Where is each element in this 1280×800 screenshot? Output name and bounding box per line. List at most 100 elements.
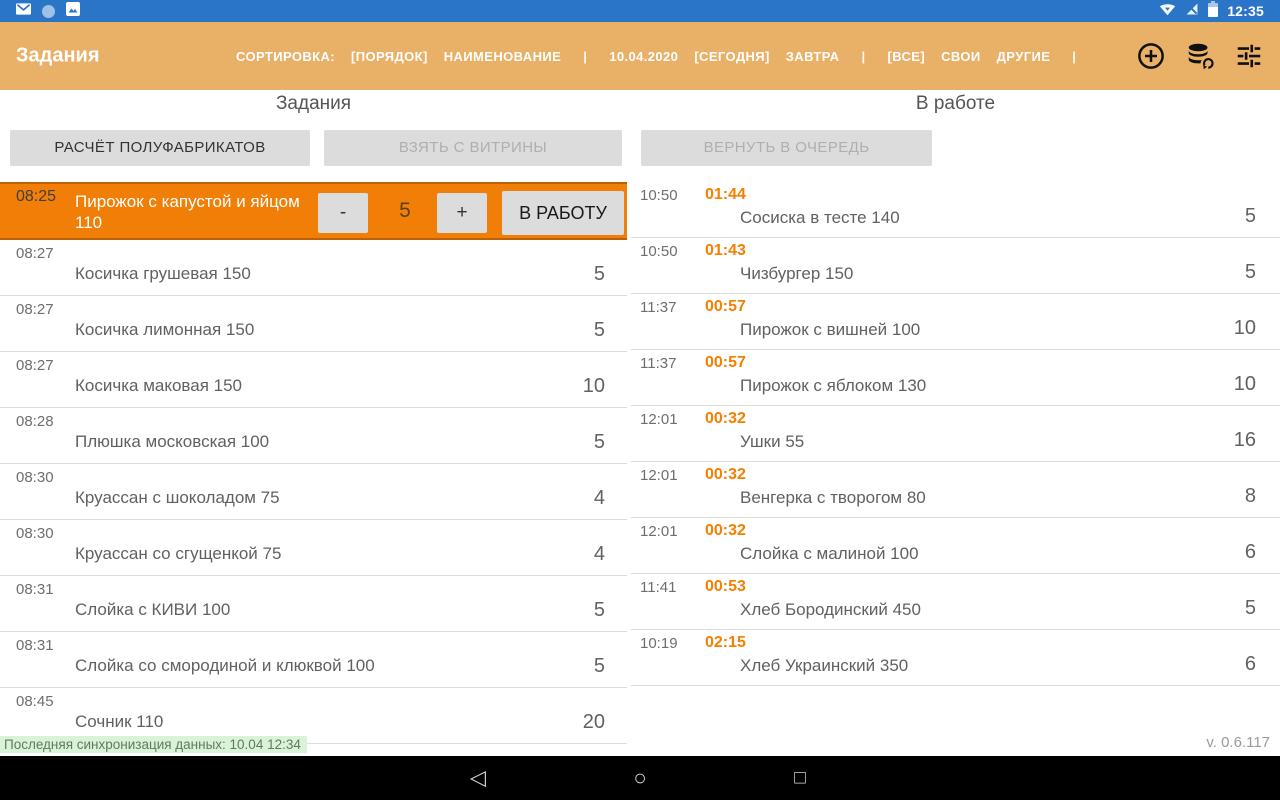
no-sim-icon (1185, 2, 1199, 21)
qty-increase-button[interactable]: + (437, 193, 487, 233)
calc-semifinished-button[interactable]: РАСЧЁТ ПОЛУФАБРИКАТОВ (10, 130, 310, 166)
task-row[interactable]: 08:27 Косичка грушевая 150 5 (0, 240, 627, 296)
in-progress-row[interactable]: 10:50 01:43 Чизбургер 150 5 (631, 238, 1280, 294)
in-progress-row[interactable]: 11:37 00:57 Пирожок с яблоком 130 10 (631, 350, 1280, 406)
task-qty: 4 (594, 487, 605, 510)
sort-item-name[interactable]: НАИМЕНОВАНИЕ (444, 49, 561, 64)
app-version: v. 0.6.117 (1206, 734, 1270, 751)
take-from-display-button[interactable]: ВЗЯТЬ С ВИТРИНЫ (324, 130, 622, 166)
elapsed-timer: 01:44 (705, 186, 746, 204)
sort-item-all[interactable]: [ВСЕ] (888, 49, 926, 64)
task-qty: 5 (1245, 205, 1256, 228)
task-qty: 6 (1245, 541, 1256, 564)
home-icon[interactable]: ○ (633, 767, 646, 789)
selected-task-row[interactable]: 08:25 Пирожок с капустой и яйцом 110 - 5… (0, 182, 627, 240)
sort-item-tomorrow[interactable]: ЗАВТРА (786, 49, 840, 64)
task-name: Пирожок с капустой и яйцом 110 (75, 191, 313, 233)
task-row[interactable]: 08:31 Слойка со смородиной и клюквой 100… (0, 632, 627, 688)
sync-data-button[interactable] (1185, 41, 1215, 71)
in-progress-row[interactable]: 11:41 00:53 Хлеб Бородинский 450 5 (631, 574, 1280, 630)
sort-item-order[interactable]: [ПОРЯДОК] (351, 49, 428, 64)
task-qty: 10 (1234, 317, 1256, 340)
task-time: 12:01 (640, 523, 678, 540)
back-icon[interactable]: ◁ (470, 768, 486, 789)
task-time: 08:31 (16, 637, 54, 654)
task-row[interactable]: 08:27 Косичка маковая 150 10 (0, 352, 627, 408)
sort-item-sep-3: | (1066, 49, 1082, 64)
task-name: Косичка маковая 150 (75, 376, 242, 396)
task-qty: 5 (594, 655, 605, 678)
task-row[interactable]: 08:30 Круассан с шоколадом 75 4 (0, 464, 627, 520)
task-qty: 6 (1245, 653, 1256, 676)
sort-item-date[interactable]: 10.04.2020 (609, 49, 678, 64)
task-time: 11:37 (640, 299, 676, 316)
task-qty: 5 (594, 263, 605, 286)
task-qty: 5 (594, 431, 605, 454)
task-time: 10:50 (640, 243, 678, 260)
task-qty: 5 (1245, 261, 1256, 284)
sync-status-bar: Последняя синхронизация данных: 10.04 12… (0, 736, 307, 753)
in-progress-row[interactable]: 11:37 00:57 Пирожок с вишней 100 10 (631, 294, 1280, 350)
return-to-queue-button[interactable]: ВЕРНУТЬ В ОЧЕРЕДЬ (641, 130, 932, 166)
elapsed-timer: 00:32 (705, 410, 746, 428)
in-progress-list: 10:50 01:44 Сосиска в тесте 140 5 10:50 … (631, 182, 1280, 686)
tune-settings-button[interactable] (1234, 41, 1264, 71)
in-progress-panel-title: В работе (631, 93, 1280, 115)
task-time: 08:30 (16, 525, 54, 542)
in-progress-row[interactable]: 10:19 02:15 Хлеб Украинский 350 6 (631, 630, 1280, 686)
clock-time: 12:35 (1227, 3, 1264, 19)
sort-item-today[interactable]: [СЕГОДНЯ] (694, 49, 769, 64)
task-qty: 5 (594, 319, 605, 342)
sort-item-sep-1: | (577, 49, 593, 64)
task-name: Слойка со смородиной и клюквой 100 (75, 656, 375, 676)
task-time: 08:31 (16, 581, 54, 598)
add-task-button[interactable] (1136, 41, 1166, 71)
in-progress-row[interactable]: 12:01 00:32 Ушки 55 16 (631, 406, 1280, 462)
elapsed-timer: 01:43 (705, 242, 746, 260)
task-name: Косичка грушевая 150 (75, 264, 251, 284)
task-time: 12:01 (640, 411, 678, 428)
task-qty: 20 (583, 711, 605, 734)
recents-icon[interactable]: □ (794, 769, 805, 788)
main-content: Задания В работе РАСЧЁТ ПОЛУФАБРИКАТОВ В… (0, 90, 1280, 756)
start-work-button[interactable]: В РАБОТУ (502, 191, 624, 235)
notification-dot-icon (42, 5, 55, 18)
task-qty: 8 (1245, 485, 1256, 508)
task-row[interactable]: 08:27 Косичка лимонная 150 5 (0, 296, 627, 352)
task-qty: 4 (594, 543, 605, 566)
task-name: Круассан с шоколадом 75 (75, 488, 280, 508)
task-name: Хлеб Бородинский 450 (740, 600, 921, 620)
elapsed-timer: 00:57 (705, 354, 746, 372)
task-time: 12:01 (640, 467, 678, 484)
task-row[interactable]: 08:31 Слойка с КИВИ 100 5 (0, 576, 627, 632)
sort-item-others[interactable]: ДРУГИЕ (997, 49, 1051, 64)
task-name: Косичка лимонная 150 (75, 320, 254, 340)
task-qty: 5 (1245, 597, 1256, 620)
in-progress-row[interactable]: 12:01 00:32 Венгерка с творогом 80 8 (631, 462, 1280, 518)
gmail-notification-icon (16, 2, 31, 20)
app-bar: Задания СОРТИРОВКА:[ПОРЯДОК]НАИМЕНОВАНИЕ… (0, 22, 1280, 90)
status-bar: 12:35 (0, 0, 1280, 22)
task-queue-list: 08:27 Косичка грушевая 150 5 08:27 Косич… (0, 240, 627, 744)
task-name: Чизбургер 150 (740, 264, 853, 284)
task-row[interactable]: 08:30 Круассан со сгущенкой 75 4 (0, 520, 627, 576)
sort-item-sort-label: СОРТИРОВКА: (236, 49, 335, 64)
sort-item-mine[interactable]: СВОИ (941, 49, 981, 64)
in-progress-row[interactable]: 12:01 00:32 Слойка с малиной 100 6 (631, 518, 1280, 574)
task-name: Сочник 110 (75, 712, 163, 732)
task-time: 08:27 (16, 245, 54, 262)
task-time: 08:45 (16, 693, 54, 710)
task-name: Хлеб Украинский 350 (740, 656, 908, 676)
in-progress-row[interactable]: 10:50 01:44 Сосиска в тесте 140 5 (631, 182, 1280, 238)
task-row[interactable]: 08:28 Плюшка московская 100 5 (0, 408, 627, 464)
task-time: 08:28 (16, 413, 54, 430)
elapsed-timer: 00:53 (705, 578, 746, 596)
qty-decrease-button[interactable]: - (318, 193, 368, 233)
task-qty: 16 (1234, 429, 1256, 452)
sort-item-sep-2: | (855, 49, 871, 64)
task-name: Пирожок с вишней 100 (740, 320, 920, 340)
task-qty: 5 (594, 599, 605, 622)
task-time: 10:19 (640, 635, 678, 652)
task-qty: 10 (1234, 373, 1256, 396)
task-name: Ушки 55 (740, 432, 804, 452)
